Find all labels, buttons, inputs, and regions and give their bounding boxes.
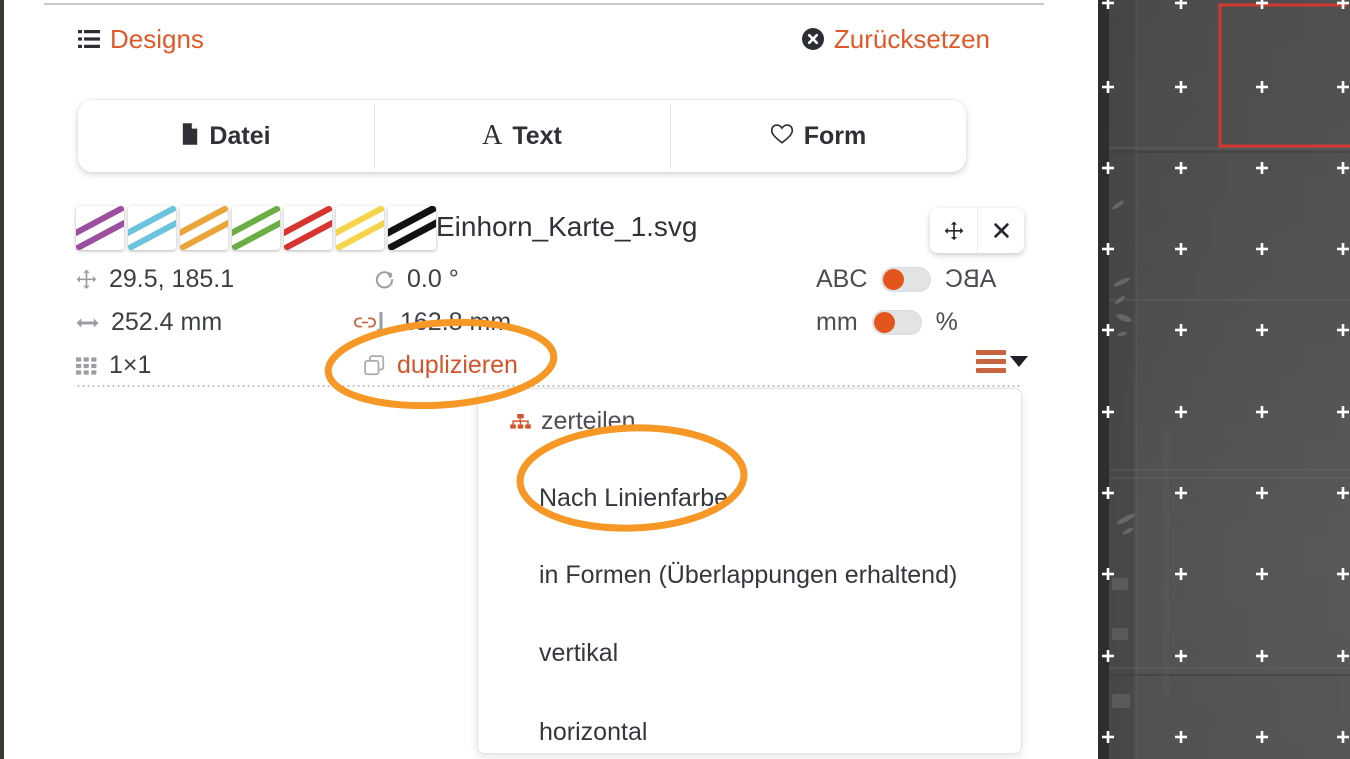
swatch-lightblue[interactable]: [128, 206, 176, 250]
width-field: 252.4 mm: [76, 301, 222, 344]
tab-datei[interactable]: Datei: [78, 100, 374, 172]
dropdown-item-label: Nach Linienfarbe: [539, 484, 729, 512]
rotation-field: 0.0 °: [374, 258, 459, 301]
dropdown-item-nach-linienfarbe[interactable]: Nach Linienfarbe: [478, 484, 1021, 513]
unit-toggle-left-label: mm: [816, 308, 858, 336]
dropdown-item-label: vertikal: [539, 639, 619, 667]
swatch-yellow[interactable]: [336, 206, 384, 250]
reset-label: Zurücksetzen: [833, 24, 990, 54]
designs-title-group: Designs: [78, 22, 204, 56]
camera-preview[interactable]: [1098, 0, 1350, 759]
duplicate-button[interactable]: duplizieren: [364, 344, 518, 387]
tab-text[interactable]: A Text: [374, 100, 670, 172]
x-circle-icon: [801, 27, 825, 51]
unit-toggle[interactable]: [871, 310, 922, 335]
mirror-toggle-right-label: ABC: [945, 265, 997, 293]
unit-toggle-row: mm %: [816, 301, 958, 344]
dropdown-item-vertikal[interactable]: vertikal: [478, 639, 1021, 668]
source-tabs: Datei A Text Form: [78, 100, 966, 172]
tab-form[interactable]: Form: [670, 100, 966, 172]
reset-button[interactable]: Zurücksetzen: [801, 22, 990, 56]
tab-form-label: Form: [803, 121, 867, 150]
close-x-icon[interactable]: [977, 208, 1024, 253]
mirror-toggle-knob: [883, 269, 905, 290]
arrow-down-icon: [374, 311, 388, 334]
mirror-toggle-row: ABC ABC: [816, 258, 997, 301]
mirror-toggle[interactable]: [881, 267, 932, 292]
link-field[interactable]: [354, 301, 376, 344]
properties-row-1: 29.5, 185.1 0.0 ° ABC ABC: [76, 258, 1036, 301]
mirror-toggle-left-label: ABC: [816, 265, 868, 293]
designs-panel: Designs Zurücksetzen Datei A Text Form E…: [0, 0, 1098, 759]
design-filename: Einhorn_Karte_1.svg: [436, 211, 698, 242]
dropdown-item-label: horizontal: [539, 718, 648, 746]
color-swatch-list: [76, 206, 436, 250]
dropdown-item-label: in Formen (Überlappungen erhaltend): [539, 561, 958, 589]
dropdown-header-label: zerteilen: [541, 407, 636, 435]
tab-text-label: Text: [512, 121, 562, 150]
file-icon: [181, 122, 199, 151]
tab-datei-label: Datei: [209, 121, 271, 150]
design-properties: 29.5, 185.1 0.0 ° ABC ABC 252.4 mm 162.8…: [76, 258, 1036, 387]
heart-icon: [770, 123, 794, 150]
split-dropdown-menu: zerteilen Nach Linienfarbe in Formen (Üb…: [477, 388, 1022, 754]
panel-top-divider: [44, 3, 1044, 5]
chevron-down-icon: [1010, 356, 1028, 367]
properties-row-2: 252.4 mm 162.8 mm mm %: [76, 301, 1036, 344]
swatch-orange[interactable]: [180, 206, 228, 250]
swatch-green[interactable]: [232, 206, 280, 250]
list-icon: [78, 29, 100, 49]
grid-field: 1×1: [76, 344, 151, 387]
height-value: 162.8 mm: [400, 308, 512, 336]
move-arrows-icon: [76, 269, 97, 290]
unit-toggle-knob: [873, 312, 895, 333]
grid-value: 1×1: [109, 351, 152, 379]
swatch-purple[interactable]: [76, 206, 124, 250]
app-window: Designs Zurücksetzen Datei A Text Form E…: [0, 0, 1350, 759]
dropdown-item-horizontal[interactable]: horizontal: [478, 718, 1021, 747]
arrows-horizontal-icon: [76, 316, 99, 330]
page-title: Designs: [110, 24, 204, 54]
move-arrows-icon[interactable]: [930, 208, 977, 253]
design-row-actions: [930, 208, 1024, 253]
width-value: 252.4 mm: [111, 308, 223, 336]
hamburger-icon: [976, 350, 1006, 373]
unit-toggle-right-label: %: [935, 308, 958, 336]
properties-divider: [76, 385, 1021, 387]
rotation-value: 0.0 °: [407, 265, 459, 293]
position-value: 29.5, 185.1: [109, 265, 235, 293]
letter-a-icon: A: [482, 120, 503, 151]
split-menu-button[interactable]: [976, 350, 1028, 373]
copy-icon: [364, 355, 385, 376]
grid-icon: [76, 356, 97, 375]
link-icon: [354, 316, 376, 329]
position-field: 29.5, 185.1: [76, 258, 234, 301]
panel-header: Designs Zurücksetzen: [4, 22, 1014, 66]
height-field: 162.8 mm: [374, 301, 511, 344]
properties-row-3: 1×1 duplizieren: [76, 344, 1036, 387]
camera-image: [1098, 0, 1350, 759]
dropdown-header-zerteilen: zerteilen: [478, 407, 1021, 436]
duplicate-label: duplizieren: [397, 351, 518, 379]
swatch-red[interactable]: [284, 206, 332, 250]
swatch-black[interactable]: [388, 206, 436, 250]
sitemap-icon: [510, 414, 531, 429]
dropdown-item-in-formen[interactable]: in Formen (Überlappungen erhaltend): [478, 561, 1021, 590]
rotate-icon: [374, 269, 395, 290]
